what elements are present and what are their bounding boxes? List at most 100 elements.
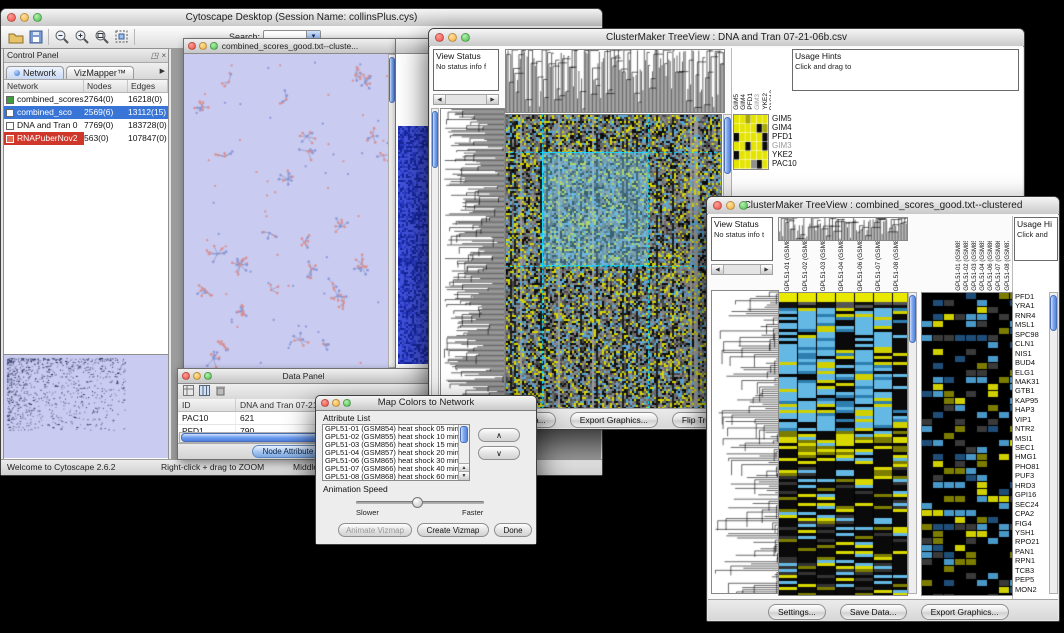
close-button[interactable]	[435, 33, 444, 42]
save-session-icon[interactable]	[27, 29, 45, 45]
gene-label[interactable]: NIS1	[1015, 349, 1048, 358]
gene-label[interactable]: FIG4	[1015, 519, 1048, 528]
gene-label[interactable]: SPC98	[1015, 330, 1048, 339]
gene-label[interactable]: MON2	[1015, 585, 1048, 594]
attribute-list-scrollbar[interactable]: ▲ ▼	[458, 425, 469, 480]
minimize-button[interactable]	[332, 399, 340, 407]
scroll-right-icon[interactable]: ▶	[486, 95, 498, 104]
row-dendrogram-scrollbar[interactable]	[431, 108, 439, 406]
close-button[interactable]	[182, 372, 190, 380]
gene-label[interactable]: RNR4	[1015, 311, 1048, 320]
treeview-button[interactable]: Export Graphics...	[570, 412, 658, 428]
gene-label[interactable]: VIP1	[1015, 415, 1048, 424]
network-row[interactable]: combined_scores 2764(0) 16218(0)	[4, 93, 168, 106]
animate-vizmap-button[interactable]: Animate Vizmap	[338, 523, 412, 537]
zoom-selected-region-icon[interactable]	[93, 29, 111, 45]
select-attributes-icon[interactable]	[183, 383, 194, 401]
column-config-icon[interactable]	[199, 383, 210, 401]
dendrogram-h-scrollbar[interactable]: ◀ ▶	[711, 264, 773, 275]
gene-list-scrollbar[interactable]	[1049, 292, 1058, 594]
gene-label[interactable]: NTR2	[1015, 424, 1048, 433]
close-panel-icon[interactable]: ×	[161, 49, 166, 62]
main-titlebar[interactable]: Cytoscape Desktop (Session Name: collins…	[1, 9, 602, 27]
attribute-item[interactable]: GPL51-08 (GSM868) heat shock 60 min	[323, 473, 458, 480]
col-network[interactable]: Network	[4, 80, 84, 92]
gene-label[interactable]: SEC24	[1015, 500, 1048, 509]
close-button[interactable]	[7, 13, 16, 22]
move-down-button[interactable]: ∨	[478, 446, 520, 460]
treeview-button[interactable]: Settings...	[768, 604, 826, 620]
col-nodes[interactable]: Nodes	[84, 80, 128, 92]
gene-label[interactable]: RPO21	[1015, 537, 1048, 546]
scroll-left-icon[interactable]: ◀	[434, 95, 446, 104]
zoom-button[interactable]	[739, 201, 748, 210]
scroll-down-icon[interactable]: ▼	[459, 471, 469, 480]
scrollbar-thumb[interactable]	[724, 117, 731, 174]
scrollbar-thumb[interactable]	[909, 295, 916, 343]
scroll-track[interactable]	[724, 265, 760, 274]
gene-label[interactable]: ELG1	[1015, 368, 1048, 377]
done-button[interactable]: Done	[494, 523, 532, 537]
scrollbar-thumb[interactable]	[1050, 295, 1057, 331]
row-dendrogram-canvas[interactable]	[711, 290, 779, 594]
treeview-combined-titlebar[interactable]: ClusterMaker TreeView : combined_scores_…	[707, 197, 1059, 215]
dialog-titlebar[interactable]: Map Colors to Network	[316, 396, 536, 411]
heatmap-canvas[interactable]	[778, 292, 908, 596]
close-button[interactable]	[713, 201, 722, 210]
gene-label[interactable]: CLN1	[1015, 339, 1048, 348]
gene-label[interactable]: GIM4	[772, 123, 797, 132]
zoom-heatmap-canvas[interactable]	[921, 292, 1013, 596]
network-row[interactable]: combined_sco 2569(6) 13112(15)	[4, 106, 168, 119]
gene-label[interactable]: HRD3	[1015, 481, 1048, 490]
gene-label[interactable]: HAP3	[1015, 405, 1048, 414]
column-dendrogram-canvas[interactable]	[505, 49, 725, 113]
treeview-button[interactable]: Save Data...	[840, 604, 907, 620]
gene-label[interactable]: YKE2	[772, 150, 797, 159]
zoom-button[interactable]	[204, 372, 212, 380]
tab-network[interactable]: Network	[6, 66, 64, 79]
zoom-button[interactable]	[461, 33, 470, 42]
scroll-right-icon[interactable]: ▶	[760, 265, 772, 274]
move-up-button[interactable]: ∧	[478, 428, 520, 442]
minimize-button[interactable]	[193, 372, 201, 380]
gene-label[interactable]: MSI1	[1015, 434, 1048, 443]
gene-label[interactable]: PUF3	[1015, 471, 1048, 480]
tab-vizmapper[interactable]: VizMapper™	[66, 66, 134, 79]
network-row[interactable]: RNAPuberNov2 563(0) 107847(0)	[4, 132, 168, 145]
zoom-button[interactable]	[343, 399, 351, 407]
data-panel-titlebar[interactable]: Data Panel	[178, 369, 429, 384]
close-button[interactable]	[188, 42, 196, 50]
dendrogram-h-scrollbar[interactable]: ◀ ▶	[433, 94, 499, 105]
slider-thumb[interactable]	[412, 497, 423, 508]
network-overview[interactable]	[4, 354, 168, 459]
gene-label[interactable]: HMG1	[1015, 452, 1048, 461]
zoom-button[interactable]	[210, 42, 218, 50]
treeview-dna-titlebar[interactable]: ClusterMaker TreeView : DNA and Tran 07-…	[429, 29, 1024, 47]
gene-label[interactable]: PHO81	[1015, 462, 1048, 471]
gene-label[interactable]: PFD1	[1015, 292, 1048, 301]
gene-label[interactable]: PAN1	[1015, 547, 1048, 556]
gene-label[interactable]: PFD1	[772, 132, 797, 141]
gene-label[interactable]: GTB1	[1015, 386, 1048, 395]
gene-label[interactable]: GIM5	[772, 114, 797, 123]
zoom-fit-icon[interactable]	[113, 29, 131, 45]
zoom-in-icon[interactable]	[73, 29, 91, 45]
minimize-button[interactable]	[448, 33, 457, 42]
heatmap-selection[interactable]	[542, 152, 648, 266]
network-canvas[interactable]	[184, 54, 394, 368]
gene-label[interactable]: SEC1	[1015, 443, 1048, 452]
create-vizmap-button[interactable]: Create Vizmap	[417, 523, 489, 537]
column-dendrogram-canvas[interactable]	[778, 217, 908, 241]
attribute-listbox[interactable]: GPL51-01 (GSM854) heat shock 05 minGPL51…	[322, 424, 470, 481]
float-panel-icon[interactable]: ◳	[151, 49, 159, 62]
treeview-button[interactable]: Export Graphics...	[921, 604, 1009, 620]
gene-label[interactable]: GPI16	[1015, 490, 1048, 499]
gene-label[interactable]: RPN1	[1015, 556, 1048, 565]
open-session-icon[interactable]	[7, 29, 25, 45]
col-id[interactable]: ID	[178, 399, 236, 411]
gene-label[interactable]: MAK31	[1015, 377, 1048, 386]
gene-label[interactable]: YSH1	[1015, 528, 1048, 537]
minimize-button[interactable]	[726, 201, 735, 210]
gene-label[interactable]: GIM3	[772, 141, 797, 150]
gene-label[interactable]: TCB3	[1015, 566, 1048, 575]
